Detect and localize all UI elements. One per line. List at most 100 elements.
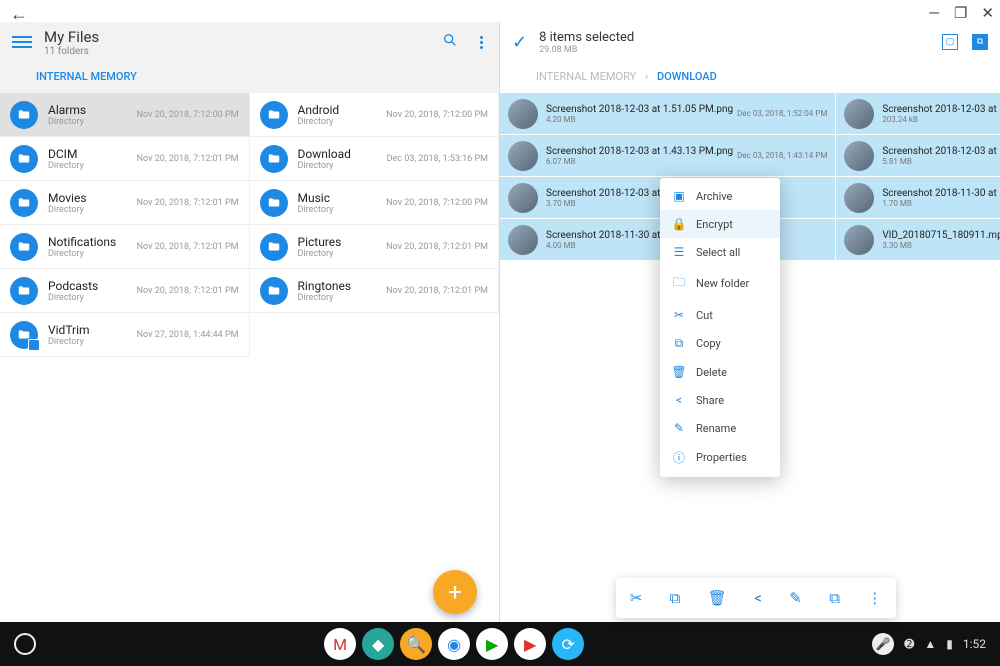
folder-item[interactable]: AndroidDirectoryNov 20, 2018, 7:12:00 PM — [250, 93, 500, 137]
folder-desc: Directory — [298, 249, 383, 259]
share-icon[interactable]: < — [754, 589, 762, 607]
delete-icon[interactable]: 🗑 — [708, 589, 727, 607]
file-item[interactable]: Screenshot 2018-12-03 at 1.46.44 PM.png2… — [836, 93, 1000, 135]
folder-icon — [260, 101, 288, 129]
folder-desc: Directory — [298, 161, 383, 171]
shelf-app[interactable]: ◆ — [362, 628, 394, 660]
search-icon[interactable] — [442, 32, 458, 52]
ctx-copy[interactable]: ⧉Copy — [660, 329, 780, 358]
shelf-app[interactable]: ▶ — [476, 628, 508, 660]
back-button[interactable]: ← — [10, 4, 28, 25]
folder-item[interactable]: PicturesDirectoryNov 20, 2018, 7:12:01 P… — [250, 225, 500, 269]
check-icon[interactable]: ✓ — [512, 32, 527, 53]
hamburger-icon[interactable] — [12, 36, 32, 48]
folder-desc: Directory — [48, 249, 133, 259]
file-size: 203.24 kB — [882, 115, 1000, 124]
folder-date: Nov 27, 2018, 1:44:44 PM — [137, 330, 239, 340]
thumbnail-icon — [844, 141, 874, 171]
more-icon[interactable] — [476, 32, 487, 53]
ctx-select-all[interactable]: ☰ Select all — [660, 238, 780, 266]
ctx-label: New folder — [696, 277, 749, 290]
ctx-icon: ⓘ — [672, 449, 686, 466]
restore-icon[interactable]: ❐ — [954, 4, 967, 22]
ctx-cut[interactable]: ✂Cut — [660, 301, 780, 329]
folder-item[interactable]: RingtonesDirectoryNov 20, 2018, 7:12:01 … — [250, 269, 500, 313]
file-size: 1.70 MB — [882, 199, 1000, 208]
ctx-label: Delete — [696, 366, 727, 379]
context-menu: ▣Archive🔒Encrypt ☰ Select all 🗀New folder✂C… — [660, 178, 780, 477]
shelf-app[interactable]: ▶ — [514, 628, 546, 660]
shelf-app[interactable]: ◉ — [438, 628, 470, 660]
file-item[interactable]: Screenshot 2018-12-03 at 1.51.05 PM.png4… — [500, 93, 836, 135]
status-tray[interactable]: 🎤 ➋ ▲ ▮ 1:52 — [872, 633, 986, 655]
thumbnail-icon — [844, 225, 874, 255]
shelf-app[interactable]: ⟳ — [552, 628, 584, 660]
file-item[interactable]: VID_20180715_180911.mp43.30 MBNov 27, 20… — [836, 219, 1000, 261]
ctx-label: Properties — [696, 451, 747, 464]
folder-date: Dec 03, 2018, 1:53:16 PM — [387, 154, 488, 164]
overflow-icon[interactable]: ⋮ — [867, 589, 882, 607]
file-size: 4.20 MB — [546, 115, 733, 124]
folder-item[interactable]: DownloadDirectoryDec 03, 2018, 1:53:16 P… — [250, 137, 500, 181]
file-date: Dec 03, 2018, 1:52:04 PM — [737, 109, 827, 118]
chevron-right-icon: › — [645, 70, 648, 83]
launcher-icon[interactable] — [14, 633, 36, 655]
file-name: VID_20180715_180911.mp4 — [882, 230, 1000, 241]
thumbnail-icon — [508, 99, 538, 129]
folder-item[interactable]: VidTrimDirectoryNov 27, 2018, 1:44:44 PM — [0, 313, 250, 357]
file-name: Screenshot 2018-11-30 at 1.52.11 PM.png — [882, 188, 1000, 199]
close-icon[interactable]: ✕ — [981, 4, 994, 22]
folder-item[interactable]: DCIMDirectoryNov 20, 2018, 7:12:01 PM — [0, 137, 250, 181]
folder-item[interactable]: NotificationsDirectory Nov 20, 2018, 7:12… — [0, 225, 250, 269]
folder-desc: Directory — [298, 117, 383, 127]
ctx-icon: ☰ — [672, 245, 686, 259]
fab-add[interactable]: + — [433, 570, 477, 614]
folder-icon — [10, 101, 38, 129]
wifi-icon: ▲ — [924, 637, 936, 651]
folder-text: AlarmsDirectory — [48, 103, 133, 127]
ctx-icon: ✎ — [672, 421, 686, 435]
left-breadcrumb[interactable]: INTERNAL MEMORY — [0, 62, 499, 93]
ctx-new-folder[interactable]: 🗀New folder — [660, 266, 780, 301]
folder-icon — [10, 321, 38, 349]
select-all-icon[interactable]: ⧉ — [972, 34, 988, 50]
ctx-archive[interactable]: ▣Archive — [660, 182, 780, 210]
file-text: Screenshot 2018-11-30 at 1.52.11 PM.png1… — [882, 188, 1000, 208]
selection-size: 29.08 MB — [539, 45, 634, 55]
select-toggle-icon[interactable]: ▢ — [942, 34, 958, 50]
shelf-app[interactable]: M — [324, 628, 356, 660]
folder-item[interactable]: PodcastsDirectoryNov 20, 2018, 7:12:01 P… — [0, 269, 250, 313]
folder-name: Notifications — [48, 235, 133, 249]
breadcrumb-current[interactable]: DOWNLOAD — [657, 70, 717, 83]
file-text: VID_20180715_180911.mp43.30 MB — [882, 230, 1000, 250]
file-item[interactable]: Screenshot 2018-12-03 at 1.43.13 PM.png6… — [500, 135, 836, 177]
file-item[interactable]: Screenshot 2018-12-03 at 1.40.09 PM.png5… — [836, 135, 1000, 177]
shelf-app[interactable]: 🔍 — [400, 628, 432, 660]
folder-item[interactable]: AlarmsDirectory Nov 20, 2018, 7:12:00 PM — [0, 93, 250, 137]
copy-icon[interactable]: ⧉ — [670, 589, 681, 607]
thumbnail-icon — [508, 225, 538, 255]
ctx-encrypt[interactable]: 🔒Encrypt — [660, 210, 780, 238]
folder-date: Nov 20, 2018, 7:12:01 PM — [386, 286, 488, 296]
folder-text: MoviesDirectory — [48, 191, 133, 215]
ctx-properties[interactable]: ⓘ Properties — [660, 442, 780, 473]
folder-date: Nov 20, 2018, 7:12:00 PM — [137, 110, 239, 120]
thumbnail-icon — [844, 99, 874, 129]
cut-icon[interactable]: ✂ — [630, 589, 643, 607]
rename-icon[interactable]: ✎ — [789, 589, 802, 607]
ctx-delete[interactable]: 🗑Delete — [660, 358, 780, 386]
mic-icon[interactable]: 🎤 — [872, 633, 894, 655]
ctx-share[interactable]: <Share — [660, 386, 780, 414]
ctx-label: Select all — [696, 246, 740, 259]
folder-item[interactable]: MoviesDirectoryNov 20, 2018, 7:12:01 PM — [0, 181, 250, 225]
folder-name: Podcasts — [48, 279, 133, 293]
file-item[interactable]: Screenshot 2018-11-30 at 1.52.11 PM.png1… — [836, 177, 1000, 219]
folder-name: Pictures — [298, 235, 383, 249]
breadcrumb-root[interactable]: INTERNAL MEMORY — [536, 70, 636, 83]
action-bar: ✂ ⧉ 🗑 < ✎ ⧉ ⋮ — [616, 578, 896, 618]
ctx-rename[interactable]: ✎Rename — [660, 414, 780, 442]
minimize-icon[interactable]: — — [928, 4, 940, 22]
folder-item[interactable]: MusicDirectoryNov 20, 2018, 7:12:00 PM — [250, 181, 500, 225]
folder-date: Nov 20, 2018, 7:12:01 PM — [137, 242, 239, 252]
copy-to-icon[interactable]: ⧉ — [829, 589, 840, 607]
